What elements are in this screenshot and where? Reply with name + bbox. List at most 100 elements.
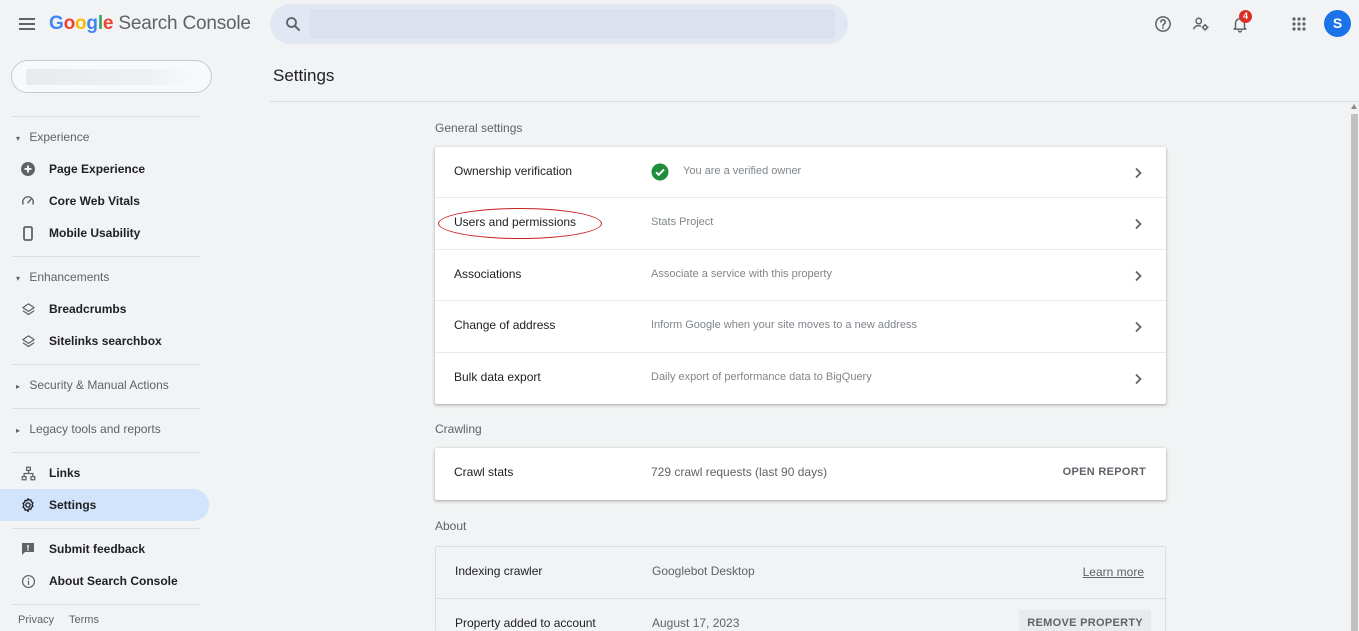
sidebar-item-breadcrumbs[interactable]: Breadcrumbs — [0, 293, 209, 325]
caret-down-icon: ▾ — [16, 134, 21, 143]
sidebar-section-label: Experience — [29, 130, 90, 144]
learn-more-link[interactable]: Learn more — [1083, 565, 1144, 579]
product-name: Search Console — [118, 13, 251, 34]
remove-property-button[interactable]: REMOVE PROPERTY — [1019, 610, 1151, 631]
row-value: August 17, 2023 — [652, 616, 740, 630]
sidebar-item-mobile-usability[interactable]: Mobile Usability — [0, 217, 209, 249]
row-description: Inform Google when your site moves to a … — [651, 319, 917, 332]
property-name-redacted — [26, 69, 196, 85]
row-description: Associate a service with this property — [651, 267, 832, 280]
search-input[interactable] — [310, 9, 835, 39]
sidebar-divider — [12, 408, 200, 409]
about-card: Indexing crawler Googlebot Desktop Learn… — [435, 546, 1166, 631]
search-console-logo[interactable]: Google Search Console — [49, 13, 251, 35]
row-title: Users and permissions — [454, 215, 577, 230]
sidebar-item-label: Links — [49, 466, 81, 480]
layers-icon — [20, 301, 36, 317]
row-indexing-crawler: Indexing crawler Googlebot Desktop Learn… — [436, 547, 1165, 599]
gear-icon — [20, 497, 36, 513]
sidebar-item-label: About Search Console — [49, 574, 178, 588]
open-report-button[interactable]: OPEN REPORT — [1063, 466, 1146, 478]
layers-icon — [20, 333, 36, 349]
chevron-right-icon — [1132, 320, 1144, 333]
crawling-card: Crawl stats 729 crawl requests (last 90 … — [435, 448, 1166, 500]
logo-letter: e — [102, 13, 114, 34]
sidebar-item-label: Core Web Vitals — [49, 194, 140, 208]
caret-down-icon: ▾ — [16, 274, 21, 283]
section-label-general: General settings — [435, 121, 523, 135]
top-app-bar: Google Search Console 4 S — [0, 0, 1359, 50]
caret-right-icon: ▸ — [16, 382, 21, 391]
sidebar-item-links[interactable]: Links — [0, 457, 209, 489]
page-title: Settings — [273, 66, 335, 85]
feedback-icon — [20, 541, 36, 557]
row-title: Associations — [454, 266, 522, 281]
row-title: Ownership verification — [454, 164, 573, 178]
row-associations[interactable]: Associations Associate a service with th… — [435, 250, 1166, 302]
section-label-about: About — [435, 519, 467, 533]
header-divider — [270, 101, 1359, 102]
chevron-right-icon — [1132, 217, 1144, 230]
sidebar-item-page-experience[interactable]: Page Experience — [0, 153, 209, 185]
chevron-right-icon — [1132, 372, 1144, 384]
account-avatar[interactable]: S — [1324, 10, 1351, 37]
logo-letter: o — [75, 13, 87, 34]
sidebar-item-label: Submit feedback — [49, 542, 146, 556]
sidebar-item-label: Sitelinks searchbox — [49, 334, 162, 348]
row-title: Indexing crawler — [455, 564, 543, 578]
main-menu-icon[interactable] — [16, 13, 38, 35]
row-crawl-stats: Crawl stats 729 crawl requests (last 90 … — [435, 448, 1166, 500]
manage-users-icon[interactable] — [1190, 13, 1212, 35]
terms-link[interactable]: Terms — [69, 614, 99, 626]
row-description: Daily export of performance data to BigQ… — [651, 370, 872, 383]
row-title: Crawl stats — [454, 465, 514, 479]
sidebar-item-submit-feedback[interactable]: Submit feedback — [0, 533, 209, 565]
sidebar-section-legacy[interactable]: ▸ Legacy tools and reports — [16, 421, 161, 437]
sidebar-divider — [12, 116, 200, 117]
property-selector[interactable] — [11, 60, 212, 93]
scrollbar-thumb[interactable] — [1351, 114, 1358, 631]
add-circle-icon — [20, 161, 36, 177]
notification-count-badge: 4 — [1239, 10, 1252, 23]
sidebar-item-settings[interactable]: Settings — [0, 489, 209, 521]
general-settings-card: Ownership verification You are a verifie… — [435, 147, 1166, 404]
row-property-added: Property added to account August 17, 202… — [436, 599, 1165, 631]
sidebar-section-label: Enhancements — [29, 270, 110, 284]
apps-grid-icon[interactable] — [1288, 13, 1310, 35]
row-description: You are a verified owner — [683, 165, 802, 177]
chevron-right-icon — [1132, 166, 1144, 179]
row-ownership-verification[interactable]: Ownership verification You are a verifie… — [435, 147, 1166, 199]
row-value: Googlebot Desktop — [652, 564, 755, 578]
row-change-of-address[interactable]: Change of address Inform Google when you… — [435, 301, 1166, 353]
privacy-link[interactable]: Privacy — [18, 614, 54, 626]
caret-right-icon: ▸ — [16, 426, 21, 435]
smartphone-icon — [20, 225, 36, 241]
sidebar-divider — [12, 452, 200, 453]
row-title: Change of address — [454, 318, 556, 333]
scroll-up-arrow-icon[interactable] — [1351, 104, 1357, 109]
inspect-url-search-bar[interactable] — [270, 4, 848, 44]
row-bulk-data-export[interactable]: Bulk data export Daily export of perform… — [435, 353, 1166, 404]
sidebar-item-label: Breadcrumbs — [49, 302, 127, 316]
row-users-and-permissions[interactable]: Users and permissions Stats Project — [435, 198, 1166, 250]
row-description: 729 crawl requests (last 90 days) — [651, 465, 828, 479]
google-wordmark: Google — [49, 13, 113, 35]
search-icon — [284, 15, 302, 33]
sidebar-item-label: Page Experience — [49, 162, 146, 176]
help-icon[interactable] — [1152, 13, 1174, 35]
sidebar-section-security[interactable]: ▸ Security & Manual Actions — [16, 377, 169, 393]
sidebar-divider — [12, 256, 200, 257]
sidebar-item-sitelinks-searchbox[interactable]: Sitelinks searchbox — [0, 325, 209, 357]
sidebar-section-experience[interactable]: ▾ Experience — [16, 129, 89, 145]
chevron-right-icon — [1132, 269, 1144, 281]
sidebar-item-core-web-vitals[interactable]: Core Web Vitals — [0, 185, 209, 217]
sidebar-section-label: Legacy tools and reports — [29, 422, 161, 436]
main-scrollbar[interactable] — [1350, 102, 1359, 631]
sidebar-divider — [12, 604, 200, 605]
sidebar-item-label: Mobile Usability — [49, 226, 141, 240]
sidebar-section-enhancements[interactable]: ▾ Enhancements — [16, 269, 109, 285]
logo-letter: g — [86, 13, 98, 34]
row-title: Bulk data export — [454, 369, 541, 384]
sidebar-item-about[interactable]: About Search Console — [0, 565, 209, 597]
sidebar-divider — [12, 364, 200, 365]
